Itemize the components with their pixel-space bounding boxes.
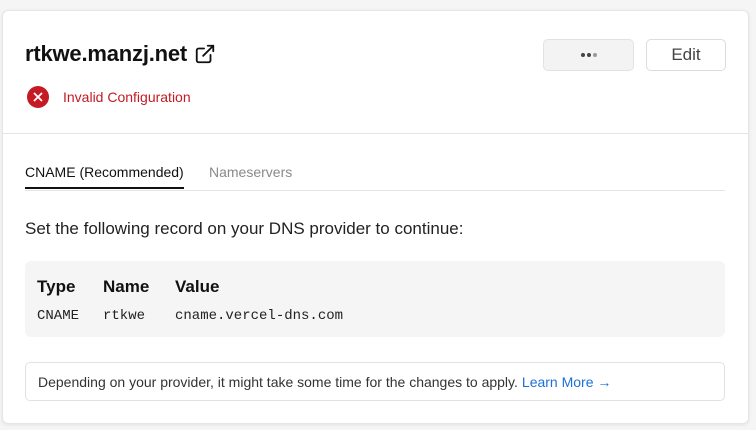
dns-record-table: Type Name Value CNAME rtkwe cname.vercel…	[25, 261, 725, 337]
record-tabs: CNAME (Recommended) Nameservers	[25, 164, 725, 191]
header-type: Type	[37, 277, 76, 296]
error-x-icon	[27, 86, 49, 108]
note-text: Depending on your provider, it might tak…	[38, 373, 518, 390]
instruction-text: Set the following record on your DNS pro…	[25, 219, 464, 238]
propagation-note: Depending on your provider, it might tak…	[25, 362, 725, 401]
domain-title-row: rtkwe.manzj.net	[25, 41, 216, 67]
external-link-icon[interactable]	[194, 43, 216, 65]
record-value: cname.vercel-dns.com	[175, 308, 344, 324]
header-name: Name	[103, 277, 150, 296]
header-value: Value	[175, 277, 220, 296]
ellipsis-icon-dot-light	[592, 53, 597, 57]
status-text: Invalid Configuration	[63, 89, 191, 105]
domain-header: rtkwe.manzj.net Invalid Configuration Ed…	[3, 11, 748, 134]
record-type: CNAME	[37, 308, 80, 324]
more-options-button[interactable]	[543, 39, 634, 71]
domain-name: rtkwe.manzj.net	[25, 41, 188, 66]
ellipsis-icon-dot	[586, 53, 591, 57]
edit-button[interactable]: Edit	[646, 39, 726, 71]
tab-nameservers[interactable]: Nameservers	[209, 164, 292, 187]
ellipsis-icon	[580, 53, 585, 57]
learn-more-link[interactable]: Learn More →	[522, 374, 611, 390]
status-row: Invalid Configuration	[27, 86, 191, 108]
tab-cname[interactable]: CNAME (Recommended)	[25, 164, 184, 189]
record-name: rtkwe	[103, 308, 146, 324]
domain-card: rtkwe.manzj.net Invalid Configuration Ed…	[2, 10, 749, 424]
